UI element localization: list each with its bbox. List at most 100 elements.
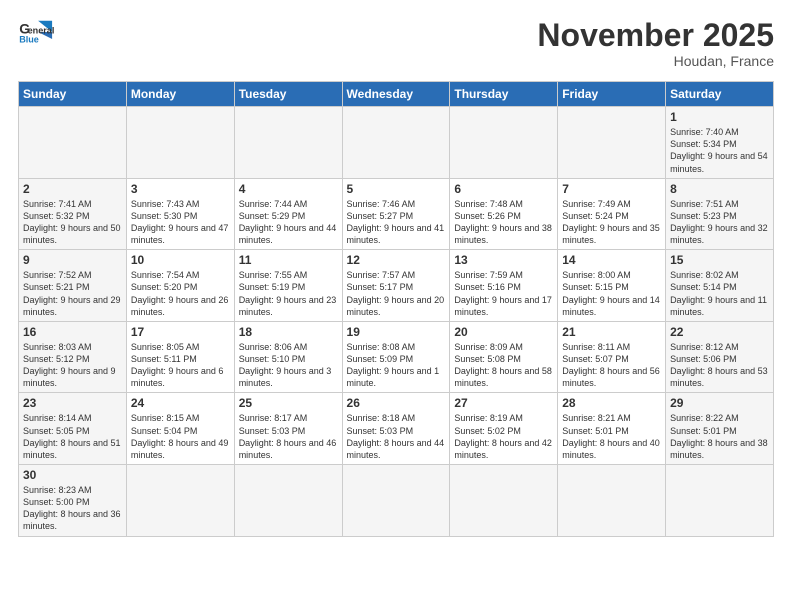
calendar-page: G eneral Blue November 2025 Houdan, Fran… (0, 0, 792, 547)
svg-text:Blue: Blue (19, 35, 39, 45)
header-monday: Monday (126, 82, 234, 107)
day-info: Sunrise: 8:11 AM Sunset: 5:07 PM Dayligh… (562, 341, 661, 390)
cell-week6-day4 (450, 465, 558, 537)
day-number: 23 (23, 396, 122, 410)
day-info: Sunrise: 7:40 AM Sunset: 5:34 PM Dayligh… (670, 126, 769, 175)
day-number: 30 (23, 468, 122, 482)
day-number: 4 (239, 182, 338, 196)
cell-week4-day4: 20 Sunrise: 8:09 AM Sunset: 5:08 PM Dayli… (450, 321, 558, 393)
calendar-subtitle: Houdan, France (537, 53, 774, 69)
day-number: 18 (239, 325, 338, 339)
day-info: Sunrise: 8:15 AM Sunset: 5:04 PM Dayligh… (131, 412, 230, 461)
day-number: 24 (131, 396, 230, 410)
cell-week4-day1: 17Sunrise: 8:05 AM Sunset: 5:11 PM Dayli… (126, 321, 234, 393)
day-info: Sunrise: 7:59 AM Sunset: 5:16 PM Dayligh… (454, 269, 553, 318)
cell-week1-day6: 1Sunrise: 7:40 AM Sunset: 5:34 PM Daylig… (666, 107, 774, 179)
day-number: 9 (23, 253, 122, 267)
calendar-title: November 2025 (537, 18, 774, 53)
cell-week6-day0: 30 Sunrise: 8:23 AM Sunset: 5:00 PM Dayli… (19, 465, 127, 537)
day-number: 2 (23, 182, 122, 196)
cell-week1-day2 (234, 107, 342, 179)
day-number: 15 (670, 253, 769, 267)
day-info: Sunrise: 7:49 AM Sunset: 5:24 PM Dayligh… (562, 198, 661, 247)
day-number: 28 (562, 396, 661, 410)
day-info: Sunrise: 8:17 AM Sunset: 5:03 PM Dayligh… (239, 412, 338, 461)
page-header: G eneral Blue November 2025 Houdan, Fran… (18, 18, 774, 69)
day-info: Sunrise: 7:44 AM Sunset: 5:29 PM Dayligh… (239, 198, 338, 247)
cell-week5-day1: 24 Sunrise: 8:15 AM Sunset: 5:04 PM Dayli… (126, 393, 234, 465)
day-info: Sunrise: 8:09 AM Sunset: 5:08 PM Dayligh… (454, 341, 553, 390)
cell-week3-day4: 13 Sunrise: 7:59 AM Sunset: 5:16 PM Dayli… (450, 250, 558, 322)
cell-week5-day4: 27 Sunrise: 8:19 AM Sunset: 5:02 PM Dayli… (450, 393, 558, 465)
day-info: Sunrise: 8:21 AM Sunset: 5:01 PM Dayligh… (562, 412, 661, 461)
cell-week4-day0: 16 Sunrise: 8:03 AM Sunset: 5:12 PM Dayli… (19, 321, 127, 393)
cell-week5-day3: 26 Sunrise: 8:18 AM Sunset: 5:03 PM Dayli… (342, 393, 450, 465)
header-thursday: Thursday (450, 82, 558, 107)
day-info: Sunrise: 7:55 AM Sunset: 5:19 PM Dayligh… (239, 269, 338, 318)
day-info: Sunrise: 8:22 AM Sunset: 5:01 PM Dayligh… (670, 412, 769, 461)
cell-week6-day3 (342, 465, 450, 537)
week-row-5: 23 Sunrise: 8:14 AM Sunset: 5:05 PM Dayli… (19, 393, 774, 465)
cell-week2-day4: 6 Sunrise: 7:48 AM Sunset: 5:26 PM Daylig… (450, 178, 558, 250)
week-row-1: 1Sunrise: 7:40 AM Sunset: 5:34 PM Daylig… (19, 107, 774, 179)
day-number: 8 (670, 182, 769, 196)
day-number: 16 (23, 325, 122, 339)
cell-week2-day0: 2Sunrise: 7:41 AM Sunset: 5:32 PM Daylig… (19, 178, 127, 250)
cell-week3-day0: 9 Sunrise: 7:52 AM Sunset: 5:21 PM Daylig… (19, 250, 127, 322)
day-info: Sunrise: 8:00 AM Sunset: 5:15 PM Dayligh… (562, 269, 661, 318)
day-number: 20 (454, 325, 553, 339)
day-number: 6 (454, 182, 553, 196)
cell-week1-day0 (19, 107, 127, 179)
day-info: Sunrise: 7:52 AM Sunset: 5:21 PM Dayligh… (23, 269, 122, 318)
title-block: November 2025 Houdan, France (537, 18, 774, 69)
day-number: 5 (347, 182, 446, 196)
cell-week1-day5 (558, 107, 666, 179)
day-number: 11 (239, 253, 338, 267)
day-info: Sunrise: 8:23 AM Sunset: 5:00 PM Dayligh… (23, 484, 122, 533)
header-sunday: Sunday (19, 82, 127, 107)
cell-week4-day6: 22Sunrise: 8:12 AM Sunset: 5:06 PM Dayli… (666, 321, 774, 393)
day-number: 19 (347, 325, 446, 339)
day-number: 26 (347, 396, 446, 410)
header-saturday: Saturday (666, 82, 774, 107)
day-info: Sunrise: 7:48 AM Sunset: 5:26 PM Dayligh… (454, 198, 553, 247)
cell-week1-day4 (450, 107, 558, 179)
day-number: 14 (562, 253, 661, 267)
day-number: 13 (454, 253, 553, 267)
day-number: 7 (562, 182, 661, 196)
cell-week3-day6: 15Sunrise: 8:02 AM Sunset: 5:14 PM Dayli… (666, 250, 774, 322)
day-number: 27 (454, 396, 553, 410)
cell-week4-day2: 18Sunrise: 8:06 AM Sunset: 5:10 PM Dayli… (234, 321, 342, 393)
week-row-2: 2Sunrise: 7:41 AM Sunset: 5:32 PM Daylig… (19, 178, 774, 250)
day-number: 17 (131, 325, 230, 339)
day-info: Sunrise: 8:03 AM Sunset: 5:12 PM Dayligh… (23, 341, 122, 390)
cell-week6-day5 (558, 465, 666, 537)
header-wednesday: Wednesday (342, 82, 450, 107)
cell-week2-day5: 7 Sunrise: 7:49 AM Sunset: 5:24 PM Daylig… (558, 178, 666, 250)
logo-svg: G eneral Blue (18, 18, 54, 46)
calendar-table: Sunday Monday Tuesday Wednesday Thursday… (18, 81, 774, 536)
cell-week2-day1: 3 Sunrise: 7:43 AM Sunset: 5:30 PM Daylig… (126, 178, 234, 250)
day-info: Sunrise: 8:18 AM Sunset: 5:03 PM Dayligh… (347, 412, 446, 461)
day-number: 21 (562, 325, 661, 339)
day-info: Sunrise: 8:14 AM Sunset: 5:05 PM Dayligh… (23, 412, 122, 461)
day-info: Sunrise: 7:57 AM Sunset: 5:17 PM Dayligh… (347, 269, 446, 318)
cell-week6-day6 (666, 465, 774, 537)
day-number: 10 (131, 253, 230, 267)
header-tuesday: Tuesday (234, 82, 342, 107)
cell-week2-day6: 8Sunrise: 7:51 AM Sunset: 5:23 PM Daylig… (666, 178, 774, 250)
day-number: 3 (131, 182, 230, 196)
week-row-6: 30 Sunrise: 8:23 AM Sunset: 5:00 PM Dayli… (19, 465, 774, 537)
cell-week6-day1 (126, 465, 234, 537)
day-number: 29 (670, 396, 769, 410)
cell-week3-day2: 11 Sunrise: 7:55 AM Sunset: 5:19 PM Dayli… (234, 250, 342, 322)
cell-week2-day2: 4 Sunrise: 7:44 AM Sunset: 5:29 PM Daylig… (234, 178, 342, 250)
day-info: Sunrise: 8:12 AM Sunset: 5:06 PM Dayligh… (670, 341, 769, 390)
cell-week4-day5: 21 Sunrise: 8:11 AM Sunset: 5:07 PM Dayli… (558, 321, 666, 393)
logo: G eneral Blue (18, 18, 54, 46)
day-info: Sunrise: 7:43 AM Sunset: 5:30 PM Dayligh… (131, 198, 230, 247)
day-info: Sunrise: 8:19 AM Sunset: 5:02 PM Dayligh… (454, 412, 553, 461)
cell-week5-day0: 23 Sunrise: 8:14 AM Sunset: 5:05 PM Dayli… (19, 393, 127, 465)
cell-week1-day3 (342, 107, 450, 179)
day-number: 12 (347, 253, 446, 267)
